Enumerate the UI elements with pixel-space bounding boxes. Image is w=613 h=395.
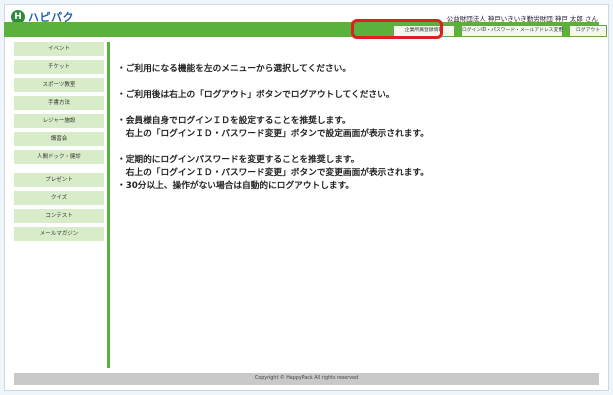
recommend-password-change-detail: 右上の「ログインＩＤ・パスワード変更」ボタンで変更画面が表示されます。 — [117, 168, 429, 178]
instruction-logout: ・ご利用後は右上の「ログアウト」ボタンでログアウトしてください。 — [117, 90, 395, 100]
sidebar-item-quiz[interactable]: クイズ — [14, 191, 104, 205]
sidebar-item-seminar[interactable]: 講習会 — [14, 132, 104, 146]
sidebar-item-sports[interactable]: スポーツ教室 — [14, 78, 104, 92]
main-content: ・ご利用になる機能を左のメニューから選択してください。 ・ご利用後は右上の「ログ… — [117, 63, 597, 193]
instruction-menu: ・ご利用になる機能を左のメニューから選択してください。 — [117, 64, 352, 74]
sidebar-menu: イベント チケット スポーツ教室 手書方法 レジャー施設 講習会 人間ドック・健… — [14, 42, 104, 245]
sidebar-divider — [107, 42, 110, 368]
sidebar-item-mail-magazine[interactable]: メールマガジン — [14, 227, 104, 241]
login-id-password-change-button[interactable]: ログインID・パスワード・メールアドレス変更 — [461, 25, 563, 37]
sidebar-item-event[interactable]: イベント — [14, 42, 104, 56]
footer-copyright: Copyright © HappyPack All rights reserve… — [14, 373, 599, 385]
sidebar-item-application[interactable]: 手書方法 — [14, 96, 104, 110]
sidebar-item-health-check[interactable]: 人間ドック・健診 — [14, 150, 104, 164]
header-button-group: 企業所属登録情報 ログインID・パスワード・メールアドレス変更 ログアウト — [393, 25, 607, 37]
sidebar-item-contest[interactable]: コンテスト — [14, 209, 104, 223]
sidebar-item-leisure[interactable]: レジャー施設 — [14, 114, 104, 128]
sidebar-item-ticket[interactable]: チケット — [14, 60, 104, 74]
sidebar-item-present[interactable]: プレゼント — [14, 173, 104, 187]
recommend-login-id-detail: 右上の「ログインＩＤ・パスワード変更」ボタンで設定画面が表示されます。 — [117, 129, 429, 139]
recommend-login-id: ・会員様自身でログインＩＤを設定することを推奨します。 — [117, 116, 351, 126]
auto-logout-notice: ・30分以上、操作がない場合は自動的にログアウトします。 — [117, 181, 355, 191]
logout-button[interactable]: ログアウト — [569, 25, 607, 37]
recommend-password-change: ・定期的にログインパスワードを変更することを推奨します。 — [117, 155, 360, 165]
company-registration-button[interactable]: 企業所属登録情報 — [393, 25, 455, 37]
